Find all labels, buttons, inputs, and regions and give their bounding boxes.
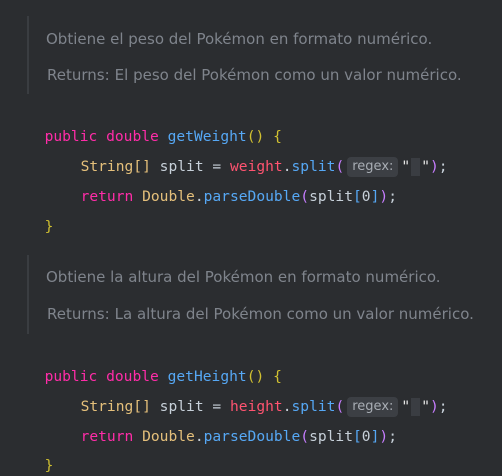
javadoc-summary: Obtiene la altura del Pokémon en formato… <box>46 268 441 286</box>
array-variable: split <box>309 428 353 445</box>
whitespace-marker <box>411 398 421 416</box>
method-signature-getheight[interactable]: public double getHeight() { <box>27 347 282 385</box>
string-literal-close: " <box>421 398 430 415</box>
array-variable: split <box>309 188 353 205</box>
class-reference: Double <box>142 428 195 445</box>
javadoc-returns-tag: Returns: <box>47 66 110 84</box>
return-keyword: return <box>80 188 134 205</box>
string-literal-open: " <box>401 398 411 415</box>
javadoc-block-getweight: Obtiene el peso del Pokémon en formato n… <box>27 16 502 94</box>
array-index: 0 <box>361 428 371 445</box>
string-literal-open: " <box>401 158 411 175</box>
return-keyword: return <box>80 428 134 445</box>
close-brace-getweight: } <box>44 218 54 235</box>
code-line-split-height[interactable]: String[] split = height.split(regex: " "); <box>63 377 448 417</box>
javadoc-summary: Obtiene el peso del Pokémon en formato n… <box>46 30 433 48</box>
close-brace-getheight: } <box>44 457 54 474</box>
method-call: parseDouble <box>203 428 301 445</box>
code-line-return-weight[interactable]: return Double.parseDouble(split[0]); <box>63 167 397 205</box>
javadoc-returns-tag: Returns: <box>47 305 110 323</box>
code-line-return-height[interactable]: return Double.parseDouble(split[0]); <box>63 407 397 445</box>
code-line-split-weight[interactable]: String[] split = weight.split(regex: " "); <box>63 137 448 177</box>
javadoc-returns: Returns: El peso del Pokémon como un valo… <box>47 66 462 84</box>
javadoc-returns-text: La altura del Pokémon como un valor numé… <box>114 305 474 323</box>
javadoc-block-getheight: Obtiene la altura del Pokémon en formato… <box>27 255 502 334</box>
class-reference: Double <box>142 188 195 205</box>
method-signature-getweight[interactable]: public double getWeight() { <box>27 107 282 145</box>
array-index: 0 <box>361 188 371 205</box>
javadoc-returns-text: El peso del Pokémon como un valor numéri… <box>114 66 462 84</box>
javadoc-returns: Returns: La altura del Pokémon como un va… <box>47 305 474 323</box>
string-literal-close: " <box>421 158 430 175</box>
whitespace-marker <box>411 158 421 176</box>
method-call: parseDouble <box>203 188 301 205</box>
